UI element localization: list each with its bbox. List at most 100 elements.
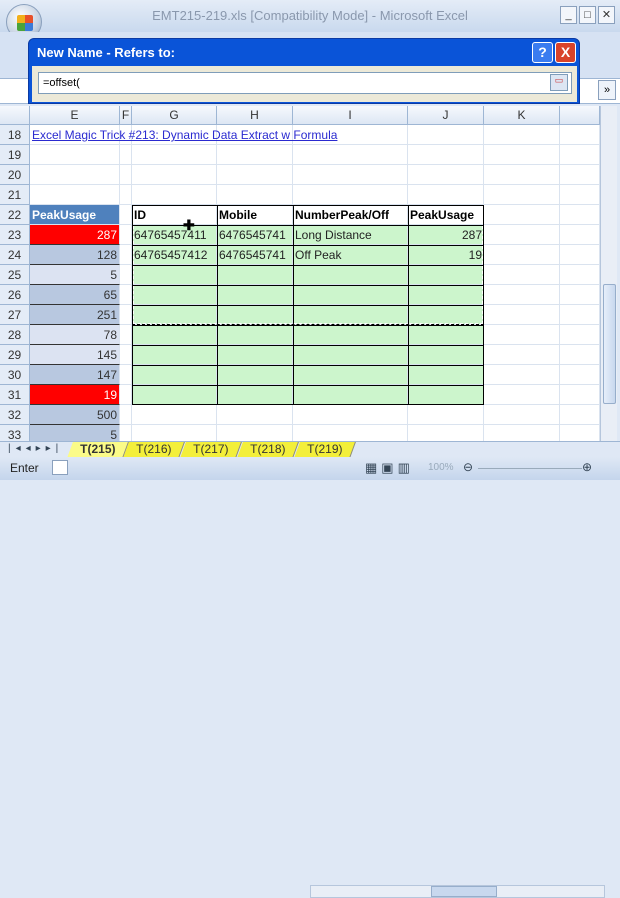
cell[interactable]: [484, 225, 560, 245]
sheet-tab-T215[interactable]: T(215): [67, 442, 130, 458]
row-header-24[interactable]: 24: [0, 245, 30, 265]
cell[interactable]: [217, 345, 293, 365]
sheet-tab-T219[interactable]: T(219): [294, 442, 357, 458]
cell[interactable]: [120, 225, 132, 245]
sheet-tab-T217[interactable]: T(217): [180, 442, 243, 458]
cell[interactable]: [217, 185, 293, 205]
zoom-out-icon[interactable]: ⊖: [463, 460, 473, 474]
cell[interactable]: [132, 345, 217, 365]
cell[interactable]: [484, 145, 560, 165]
cell[interactable]: [408, 145, 484, 165]
cell[interactable]: [293, 325, 408, 345]
cell[interactable]: [560, 145, 600, 165]
peak-usage-cell[interactable]: 65: [30, 285, 120, 305]
cell[interactable]: [408, 325, 484, 345]
worksheet-grid[interactable]: E F G H I J K 18 19 20 21 22 23 24 25 26 27 28 29 30 31 32 33 E…: [0, 106, 600, 441]
peak-usage-cell[interactable]: 78: [30, 325, 120, 345]
vertical-scroll-thumb[interactable]: [603, 284, 616, 404]
cell[interactable]: [408, 345, 484, 365]
cell[interactable]: [30, 165, 120, 185]
title-link[interactable]: Excel Magic Trick #213: Dynamic Data Ext…: [32, 125, 337, 145]
peak-usage-cell[interactable]: 5: [30, 265, 120, 285]
maximize-button[interactable]: □: [579, 6, 596, 24]
cell[interactable]: [120, 285, 132, 305]
cell[interactable]: [132, 165, 217, 185]
cell[interactable]: [120, 165, 132, 185]
cell[interactable]: [120, 425, 132, 441]
cell[interactable]: [120, 265, 132, 285]
peak-usage-cell[interactable]: 500: [30, 405, 120, 425]
column-header-I[interactable]: I: [293, 106, 408, 125]
cell[interactable]: [217, 385, 293, 405]
cell[interactable]: [30, 185, 120, 205]
minimize-button[interactable]: _: [560, 6, 577, 24]
cell[interactable]: [484, 265, 560, 285]
cell[interactable]: [120, 345, 132, 365]
cell[interactable]: [408, 425, 484, 441]
cell[interactable]: [132, 185, 217, 205]
cell[interactable]: [560, 365, 600, 385]
cell[interactable]: [293, 185, 408, 205]
peak-usage-cell[interactable]: 287: [30, 225, 120, 245]
cell[interactable]: [560, 325, 600, 345]
row-header-25[interactable]: 25: [0, 265, 30, 285]
cell[interactable]: [484, 205, 560, 225]
collapse-dialog-icon[interactable]: ▭: [550, 74, 568, 91]
cell[interactable]: [293, 345, 408, 365]
row-header-26[interactable]: 26: [0, 285, 30, 305]
peak-usage-cell[interactable]: 5: [30, 425, 120, 441]
cell[interactable]: [560, 185, 600, 205]
row-header-30[interactable]: 30: [0, 365, 30, 385]
peak-usage-cell[interactable]: 19: [30, 385, 120, 405]
cell[interactable]: [293, 145, 408, 165]
row-header-32[interactable]: 32: [0, 405, 30, 425]
zoom-slider[interactable]: [478, 468, 582, 469]
view-buttons-icon[interactable]: ▦▣▥: [365, 460, 414, 476]
cell[interactable]: [120, 145, 132, 165]
cell[interactable]: [560, 385, 600, 405]
cell[interactable]: [484, 345, 560, 365]
column-header-J[interactable]: J: [408, 106, 484, 125]
sheet-tab-T218[interactable]: T(218): [237, 442, 300, 458]
cell[interactable]: [120, 365, 132, 385]
cell[interactable]: [132, 425, 217, 441]
horizontal-scroll-thumb[interactable]: [431, 886, 497, 897]
cell[interactable]: [484, 325, 560, 345]
cell[interactable]: [484, 185, 560, 205]
cell[interactable]: [560, 305, 600, 325]
cell[interactable]: [408, 185, 484, 205]
cell[interactable]: [132, 325, 217, 345]
cell[interactable]: [560, 245, 600, 265]
column-header-blank[interactable]: [560, 106, 600, 125]
column-header-K[interactable]: K: [484, 106, 560, 125]
cell[interactable]: [408, 365, 484, 385]
row-header-19[interactable]: 19: [0, 145, 30, 165]
cell[interactable]: [120, 185, 132, 205]
cell[interactable]: [484, 305, 560, 325]
zoom-in-icon[interactable]: ⊕: [582, 460, 592, 474]
column-header-G[interactable]: G: [132, 106, 217, 125]
cell[interactable]: [120, 305, 132, 325]
cell[interactable]: [484, 125, 560, 145]
cell[interactable]: [120, 205, 132, 225]
cell[interactable]: [560, 285, 600, 305]
dialog-close-button[interactable]: X: [555, 42, 576, 63]
vertical-scrollbar[interactable]: [600, 106, 617, 441]
cell[interactable]: [560, 205, 600, 225]
peak-usage-header[interactable]: PeakUsage: [30, 205, 120, 225]
cell[interactable]: [120, 325, 132, 345]
cell[interactable]: [120, 385, 132, 405]
cell[interactable]: [560, 125, 600, 145]
cell[interactable]: [120, 245, 132, 265]
cell[interactable]: [560, 405, 600, 425]
cell[interactable]: [132, 365, 217, 385]
peak-usage-cell[interactable]: 128: [30, 245, 120, 265]
refers-to-input[interactable]: =offset(: [38, 72, 572, 94]
cell[interactable]: [120, 405, 132, 425]
cell[interactable]: [484, 285, 560, 305]
column-header-H[interactable]: H: [217, 106, 293, 125]
row-header-21[interactable]: 21: [0, 185, 30, 205]
cell[interactable]: [408, 165, 484, 185]
row-header-23[interactable]: 23: [0, 225, 30, 245]
column-header-F[interactable]: F: [120, 106, 132, 125]
